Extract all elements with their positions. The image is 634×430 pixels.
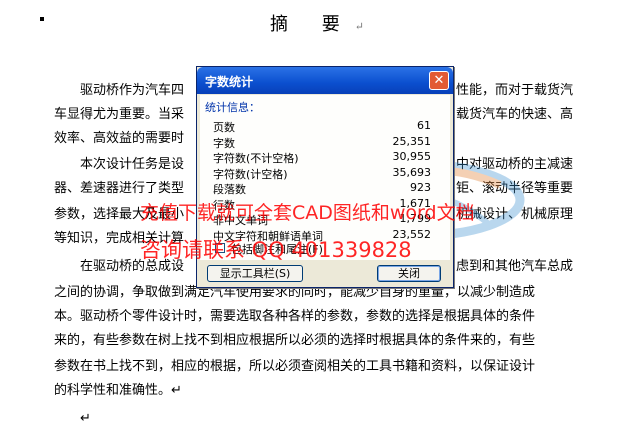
stats-row-value: 30,955 [392,150,432,163]
show-toolbar-button[interactable]: 显示工具栏(S) [207,265,303,282]
stats-section-label: 统计信息： [205,101,260,114]
document-line: 驱动桥作为汽车四 [80,83,185,98]
stats-row-value: 35,693 [392,165,432,179]
document-line: 本次设计任务是设 [80,157,185,172]
document-line: 载货汽车的快速、高 [456,107,574,122]
stats-row-label: 字数 [213,136,235,150]
watermark-line-2: 咨询请联系 QQ 401339828 [140,238,412,262]
stats-row: 字符数(计空格) 35,693 [213,166,431,182]
dialog-titlebar[interactable]: 字数统计 ✕ [197,67,453,94]
stats-row: 字数 25,351 [213,135,431,151]
stats-row: 页数 61 [213,119,431,135]
document-line: 的科学性和准确性。↵ [54,383,182,398]
stats-row-label: 字符数(计空格) [213,167,288,181]
document-line: ↵ [80,411,91,426]
close-button[interactable]: 关闭 [377,265,441,282]
stats-row-value: 923 [410,181,431,194]
document-line: 本。驱动桥个零件设计时，需要选取各种各样的参数，参数的选择是根据具体的条件 [54,309,536,324]
stats-row: 段落数 923 [213,181,431,197]
stats-row-value: 25,351 [392,134,432,148]
paragraph-mark: ↵ [354,20,364,33]
document-title: 摘 要↵ [0,10,634,36]
stats-row-label: 字符数(不计空格) [213,152,299,165]
watermark-line-1: 充值下载就可全套CAD图纸和word文档 [140,202,475,224]
stats-row-value: 61 [417,119,431,132]
close-icon[interactable]: ✕ [429,71,449,90]
stats-row-label: 页数 [213,121,235,134]
document-line: 车显得尤为重要。当采 [54,107,185,122]
document-line: 虑到和其他汽车总成 [456,259,574,274]
document-line: 来的，有些参数在树上找不到相应根据所以必须的选择时根据具体的条件来的，有些 [54,333,536,348]
stats-row: 字符数(不计空格) 30,955 [213,150,431,166]
document-line: 性能，而对于载货汽 [456,83,574,98]
dialog-title: 字数统计 [205,75,254,89]
document-line: 效率、高效益的需要时 [54,131,185,146]
stats-row-label: 段落数 [213,183,246,196]
document-line: 参数在书上找不到，相应的根据，所以必须查阅相关的工具书籍和资料，以保证设计 [54,359,536,374]
title-text: 摘 要 [270,14,354,35]
document-line: 器、差速器进行了类型 [54,181,185,196]
